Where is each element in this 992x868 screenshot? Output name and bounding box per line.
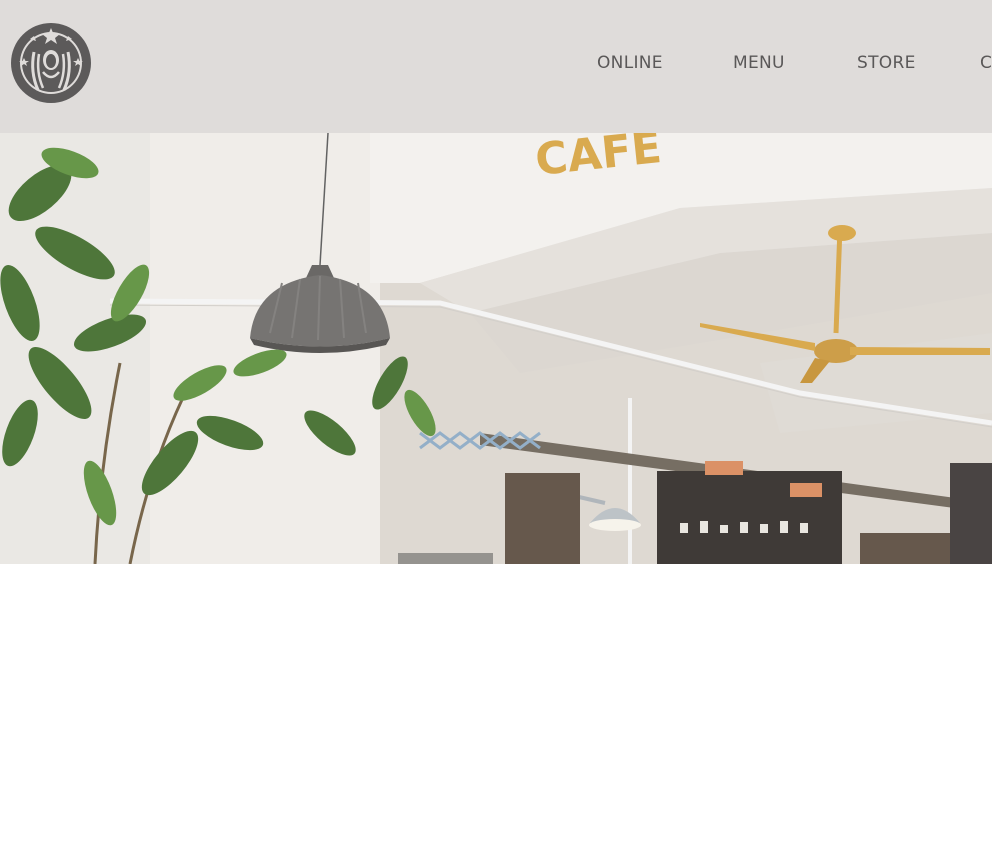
- hero-image: CAFE: [0, 133, 992, 564]
- site-header: ONLINE MENU STORE C: [0, 0, 992, 133]
- main-nav: ONLINE MENU STORE C: [0, 53, 992, 77]
- nav-online[interactable]: ONLINE: [597, 53, 663, 73]
- nav-store[interactable]: STORE: [857, 53, 916, 73]
- nav-overflow-item[interactable]: C: [980, 53, 992, 73]
- content-area: [0, 564, 992, 868]
- nav-menu[interactable]: MENU: [733, 53, 785, 73]
